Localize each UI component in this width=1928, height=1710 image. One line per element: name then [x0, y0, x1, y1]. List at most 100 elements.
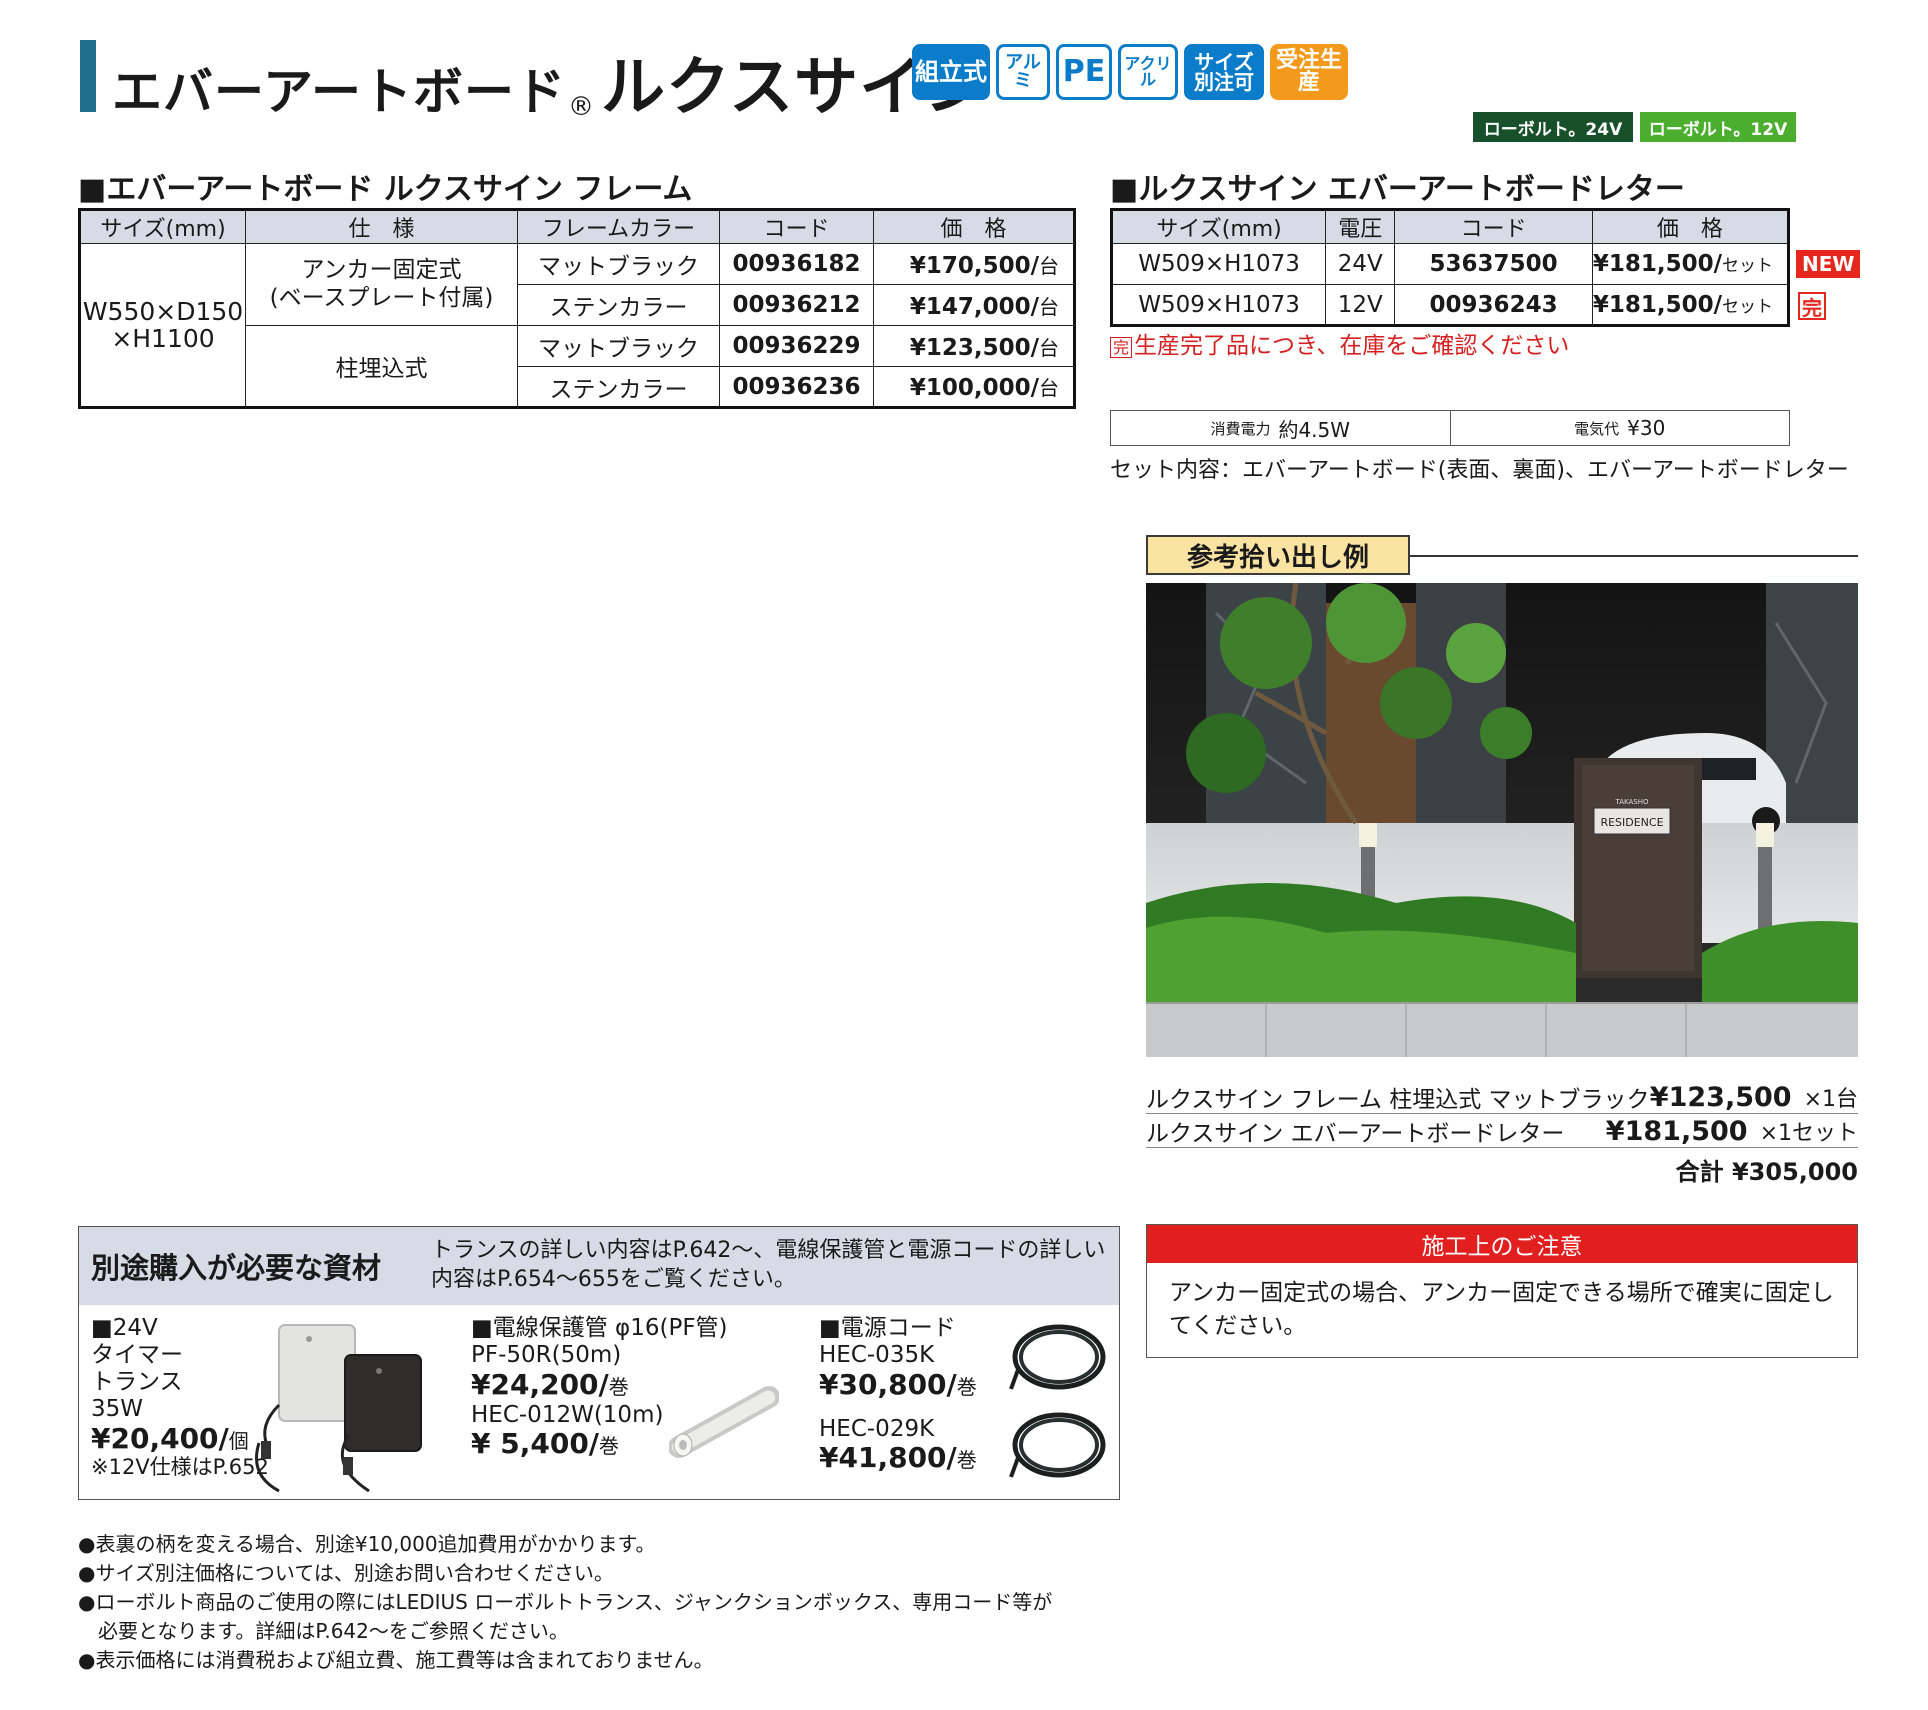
spec-line: (ベースプレート付属) [269, 284, 494, 311]
conduit-image [668, 1377, 780, 1471]
table-row: W550×D150 ×H1100 アンカー固定式 (ベースプレート付属) マット… [79, 243, 1075, 408]
feature-badges: 組立式 アルミ PE アクリル サイズ別注可 受注生産 [912, 44, 1348, 100]
size-line: W550×D150 [82, 296, 244, 326]
materials-desc-line: 内容はP.654〜655をご覧ください。 [431, 1267, 796, 1292]
footnote: ●表示価格には消費税および組立費、施工費等は含まれておりません。 [78, 1648, 714, 1672]
badge-pe: PE [1056, 44, 1112, 100]
badge-assembly: 組立式 [912, 44, 990, 100]
example-divider [1410, 555, 1858, 557]
materials-desc-line: トランスの詳しい内容はP.642〜、電線保護管と電源コードの詳しい [431, 1238, 1106, 1264]
example-item-price: ¥123,500 [1649, 1081, 1792, 1113]
discontinued-mark: 完 [1110, 337, 1133, 358]
transformer-line: 35W [91, 1395, 144, 1422]
cord-image-2 [1009, 1407, 1109, 1491]
price-unit: 巻 [956, 1448, 977, 1473]
transformer-note: ※12V仕様はP.652 [91, 1455, 269, 1480]
caution-title: 施工上のご注意 [1147, 1225, 1857, 1263]
materials-box: 別途購入が必要な資材 トランスの詳しい内容はP.642〜、電線保護管と電源コード… [78, 1226, 1120, 1500]
footnote: 必要となります。詳細はP.642〜をご参照ください。 [78, 1619, 569, 1643]
frame-color: マットブラック [517, 325, 720, 367]
product-code: 00936229 [719, 325, 874, 367]
title-accent-bar [80, 40, 96, 112]
price: ¥20,400/ [91, 1421, 229, 1455]
electricity-cost: 電気代 ¥30 [1449, 411, 1790, 445]
page-title-main: エバーアートボード [112, 63, 566, 121]
materials-title: 別途購入が必要な資材 [91, 1251, 382, 1285]
example-total: 合計 ¥305,000 [1675, 1158, 1858, 1186]
example-item-name: ルクスサイン エバーアートボードレター [1146, 1120, 1565, 1147]
table-row: W509×H1073 24V 53637500 ¥181,500/セット [1110, 243, 1790, 285]
price: ¥181,500/ [1592, 251, 1722, 277]
sign-brand: TAKASHO [1615, 798, 1649, 806]
price-unit: 巻 [599, 1434, 620, 1459]
cord-image-1 [1009, 1319, 1109, 1403]
table-header-row: サイズ(mm) 仕 様 フレームカラー コード 価 格 [79, 209, 1075, 244]
price: ¥147,000/ [909, 293, 1039, 320]
letter-price-table: サイズ(mm) 電圧 コード 価 格 W509×H1073 24V 536375… [1110, 208, 1790, 327]
col-size: サイズ(mm) [1110, 209, 1327, 244]
footnote: ●サイズ別注価格については、別途お問い合わせください。 [78, 1561, 614, 1585]
discontinued-badge: 完 [1798, 292, 1826, 320]
power-label: 消費電力 [1210, 419, 1271, 438]
caution-text: アンカー固定式の場合、アンカー固定できる場所で確実に固定してください。 [1169, 1280, 1834, 1340]
power-consumption: 消費電力 約4.5W [1111, 411, 1450, 445]
price-cell: ¥181,500/セット [1591, 284, 1790, 326]
example-item-list: ルクスサイン フレーム 柱埋込式 マットブラック ¥123,500 ×1台 ルクス… [1146, 1080, 1858, 1187]
voltage: 24V [1325, 243, 1396, 285]
spec-buried-cell: 柱埋込式 [245, 325, 518, 408]
price: ¥41,800/ [819, 1441, 957, 1475]
cost-value: ¥30 [1627, 416, 1666, 440]
price: ¥170,500/ [909, 252, 1039, 279]
price-unit: セット [1722, 296, 1773, 317]
conduit-model: PF-50R(50m) [471, 1341, 622, 1368]
caution-box: 施工上のご注意 アンカー固定式の場合、アンカー固定できる場所で確実に固定してくだ… [1146, 1224, 1858, 1358]
footnotes: ●表裏の柄を変える場合、別途¥10,000追加費用がかかります。 ●サイズ別注価… [78, 1530, 1052, 1675]
example-item-name: ルクスサイン フレーム 柱埋込式 マットブラック [1146, 1086, 1650, 1113]
frame-price-table: サイズ(mm) 仕 様 フレームカラー コード 価 格 W550×D150 ×H… [78, 208, 1076, 409]
transformer-line: タイマー [91, 1341, 183, 1368]
product-code: 00936236 [719, 366, 874, 408]
table-row: W509×H1073 12V 00936243 ¥181,500/セット [1110, 284, 1790, 326]
example-item-qty: ×1台 [1803, 1086, 1858, 1112]
price-cell: ¥100,000/台 [873, 366, 1075, 408]
new-badge: NEW [1796, 250, 1861, 278]
footnote: ●表裏の柄を変える場合、別途¥10,000追加費用がかかります。 [78, 1532, 656, 1556]
voltage-tag-24v: ローボルト。24V [1473, 112, 1633, 142]
size-cell: W550×D150 ×H1100 [79, 243, 246, 408]
cord-title: ■電源コード [819, 1315, 956, 1341]
spec-line: アンカー固定式 [301, 256, 462, 283]
spec-anchor-cell: アンカー固定式 (ベースプレート付属) [245, 243, 518, 326]
price-unit: 台 [1039, 335, 1059, 360]
voltage: 12V [1325, 284, 1396, 326]
price-unit: 巻 [608, 1374, 629, 1399]
col-size: サイズ(mm) [79, 209, 246, 244]
badge-acrylic: アクリル [1118, 44, 1178, 100]
cord-price: ¥30,800/巻 [819, 1368, 977, 1402]
size-line: ×H1100 [111, 324, 215, 353]
price-unit: 台 [1039, 294, 1059, 319]
col-frame-color: フレームカラー [517, 209, 720, 244]
page-title: エバーアートボード®ルクスサイン [112, 36, 989, 128]
registered-mark: ® [568, 92, 595, 122]
price-cell: ¥147,000/台 [873, 284, 1075, 326]
badge-made-to-order: 受注生産 [1270, 44, 1348, 100]
frame-color: ステンカラー [517, 284, 720, 326]
list-item: ルクスサイン フレーム 柱埋込式 マットブラック ¥123,500 ×1台 [1146, 1080, 1858, 1114]
frame-section-heading: ■エバーアートボード ルクスサイン フレーム [78, 172, 693, 207]
product-code: 00936182 [719, 243, 874, 285]
product-code: 53637500 [1394, 243, 1593, 285]
price: ¥123,500/ [909, 334, 1039, 361]
badge-custom-size: サイズ別注可 [1184, 44, 1264, 100]
example-item-price: ¥181,500 [1605, 1115, 1748, 1147]
col-code: コード [1394, 209, 1593, 244]
price-unit: 個 [228, 1428, 249, 1453]
price: ¥181,500/ [1592, 291, 1722, 318]
power-value: 約4.5W [1278, 417, 1351, 442]
materials-description: トランスの詳しい内容はP.642〜、電線保護管と電源コードの詳しい 内容はP.6… [431, 1237, 1105, 1294]
footnote: ●ローボルト商品のご使用の際にはLEDIUS ローボルトトランス、ジャンクション… [78, 1590, 1053, 1614]
price-unit: 台 [1039, 253, 1059, 278]
example-item-qty: ×1セット [1759, 1120, 1858, 1146]
letter-section-heading: ■ルクスサイン エバーアートボードレター [1110, 172, 1685, 207]
col-price: 価 格 [873, 209, 1075, 244]
product-code: 00936212 [719, 284, 874, 326]
